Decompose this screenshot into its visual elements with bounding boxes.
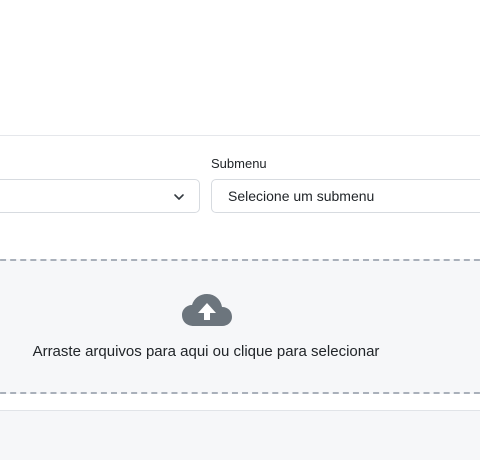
page: Submenu Selecione um submenu Arraste arq… [0,0,480,460]
bottom-area [0,410,480,460]
cloud-upload-icon [182,294,232,326]
divider [0,135,480,136]
top-area [0,0,480,135]
submenu-label: Submenu [211,156,267,171]
chevron-down-icon [174,194,184,200]
submenu-select-value: Selecione um submenu [228,188,375,204]
dropzone-instructions: Arraste arquivos para aqui ou clique par… [32,343,380,360]
menu-select[interactable] [0,179,200,213]
file-dropzone[interactable] [0,259,480,394]
submenu-select[interactable]: Selecione um submenu [211,179,480,213]
